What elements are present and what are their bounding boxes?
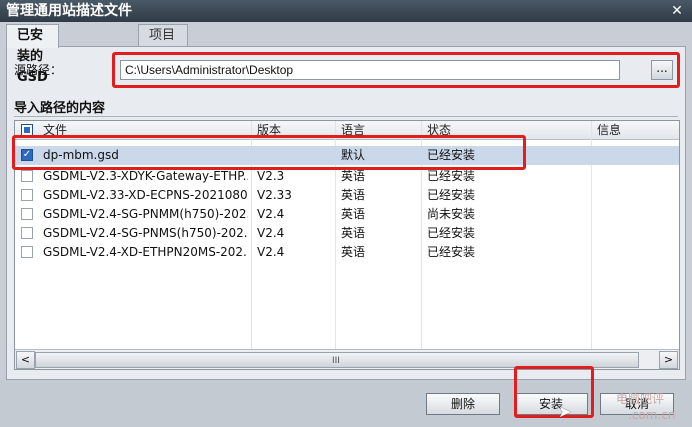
close-icon[interactable]: ✕ (668, 2, 686, 20)
window-title: 管理通用站描述文件 (6, 3, 132, 19)
watermark-text: .com.cn (628, 408, 676, 422)
language: 英语 (341, 207, 366, 221)
file-name: GSDML-V2.33-XD-ECPNS-2021080... (43, 188, 248, 202)
row-checkbox[interactable] (21, 189, 33, 201)
file-name: GSDML-V2.4-SG-PNMS(h750)-202... (43, 226, 248, 240)
watermark-text: 电脑吧评 (616, 392, 665, 406)
highlight-selected-row (12, 135, 526, 170)
table-row[interactable]: GSDML-V2.4-XD-ETHPN20MS-202... V2.4 英语 已… (15, 243, 679, 262)
row-checkbox[interactable] (21, 227, 33, 239)
row-checkbox[interactable] (21, 208, 33, 220)
version: V2.4 (257, 226, 285, 240)
section-title: 导入路径的内容 (14, 101, 106, 116)
file-name: GSDML-V2.4-SG-PNMM(h750)-202... (43, 207, 248, 221)
scroll-left-icon[interactable]: < (16, 351, 35, 369)
version: V2.33 (257, 188, 292, 202)
highlight-source-path (112, 52, 680, 88)
status: 已经安装 (427, 188, 476, 202)
mouse-cursor-icon: ➤ (558, 402, 572, 421)
title-bar: 管理通用站描述文件 ✕ (0, 0, 692, 22)
file-name: GSDML-V2.4-XD-ETHPN20MS-202... (43, 245, 248, 259)
status: 已经安装 (427, 245, 476, 259)
tab-project-gsd[interactable]: 项目中的 GSD (138, 24, 189, 85)
language: 英语 (341, 245, 366, 259)
language: 英语 (341, 226, 366, 240)
tab-installed-gsd[interactable]: 已安装的 GSD (6, 24, 59, 85)
scroll-grip: III (332, 356, 340, 366)
status: 已经安装 (427, 226, 476, 240)
table-row[interactable]: GSDML-V2.33-XD-ECPNS-2021080... V2.33 英语… (15, 186, 679, 205)
column-header-info[interactable]: 信息 (597, 121, 621, 139)
table-row[interactable]: GSDML-V2.4-SG-PNMS(h750)-202... V2.4 英语 … (15, 224, 679, 243)
language: 英语 (341, 188, 366, 202)
highlight-install-button (514, 366, 594, 418)
delete-button[interactable]: 删除 (426, 393, 500, 415)
table-row[interactable]: GSDML-V2.4-SG-PNMM(h750)-202... V2.4 英语 … (15, 205, 679, 224)
version: V2.4 (257, 207, 285, 221)
row-checkbox[interactable] (21, 170, 33, 182)
version: V2.4 (257, 245, 285, 259)
status: 尚未安装 (427, 207, 476, 221)
section-divider (14, 116, 678, 117)
scroll-right-icon[interactable]: > (659, 351, 678, 369)
row-checkbox[interactable] (21, 246, 33, 258)
